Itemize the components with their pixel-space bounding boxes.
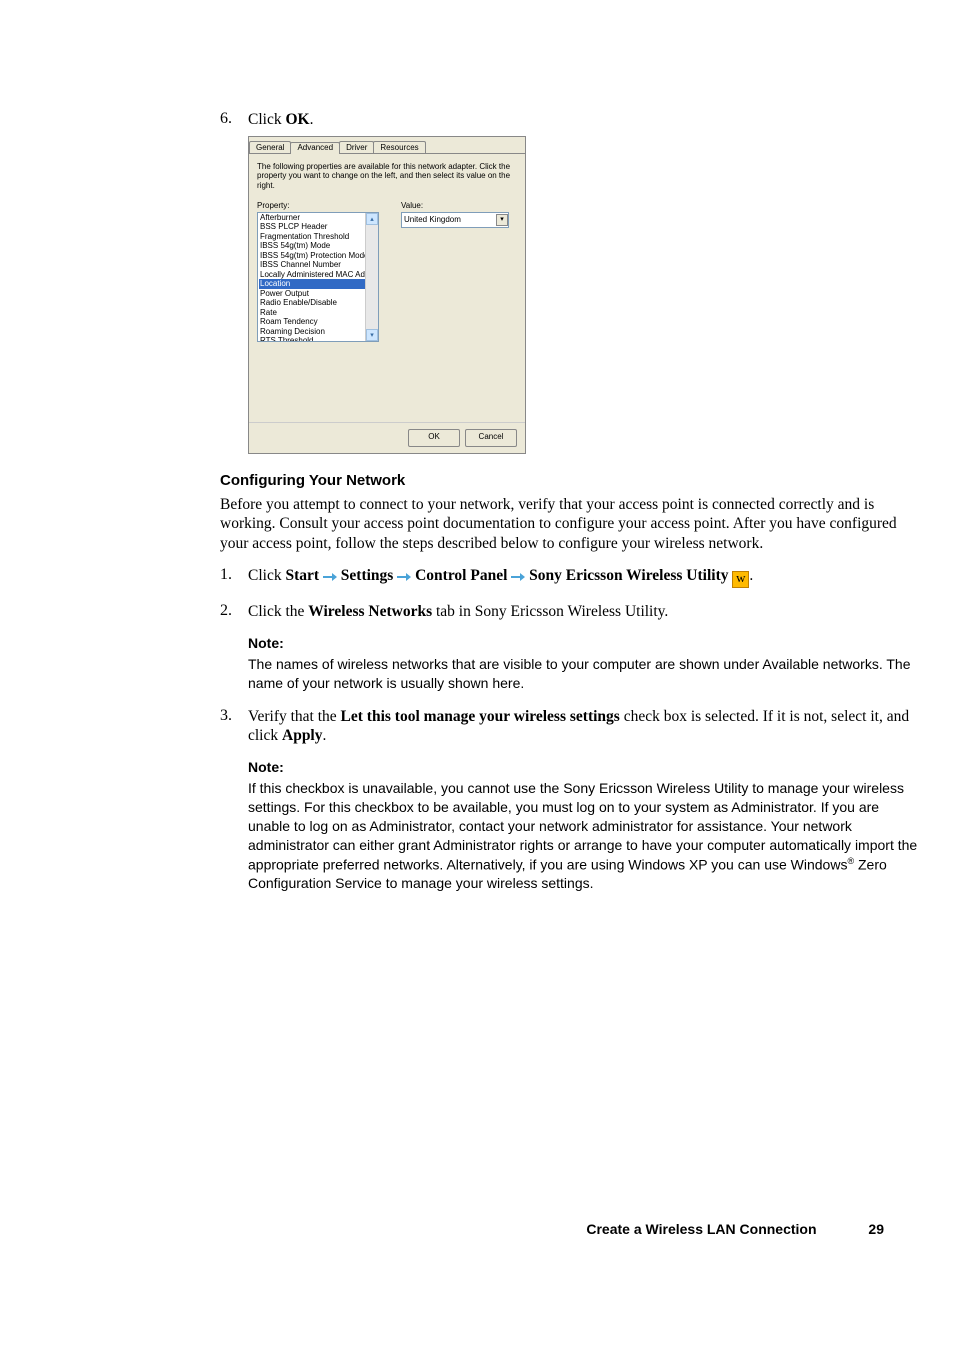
note-body: If this checkbox is unavailable, you can…: [248, 779, 924, 893]
properties-dialog: General Advanced Driver Resources The fo…: [248, 136, 526, 454]
arrow-right-icon: [323, 572, 337, 582]
step-text: Click OK.: [248, 110, 924, 130]
wireless-utility-icon: w: [732, 571, 749, 588]
value-selected: United Kingdom: [404, 215, 461, 224]
list-item[interactable]: Power Output: [259, 289, 378, 299]
scrollbar[interactable]: ▴ ▾: [365, 213, 378, 341]
step-number: 1.: [220, 566, 248, 596]
list-item[interactable]: IBSS 54g(tm) Protection Mode: [259, 251, 378, 261]
page-number: 29: [868, 1221, 884, 1237]
note-title: Note:: [248, 634, 924, 653]
note-body: The names of wireless networks that are …: [248, 655, 924, 693]
ok-button[interactable]: OK: [408, 429, 460, 447]
tab-resources[interactable]: Resources: [373, 141, 425, 153]
property-label: Property:: [257, 201, 379, 210]
list-item[interactable]: Roam Tendency: [259, 317, 378, 327]
list-item[interactable]: Rate: [259, 308, 378, 318]
step-2: 2. Click the Wireless Networks tab in So…: [220, 602, 924, 626]
tab-driver[interactable]: Driver: [339, 141, 374, 153]
step-text: Click the Wireless Networks tab in Sony …: [248, 602, 924, 622]
tab-advanced[interactable]: Advanced: [290, 142, 340, 154]
step-number: 2.: [220, 602, 248, 626]
list-item[interactable]: IBSS Channel Number: [259, 260, 378, 270]
list-item[interactable]: Locally Administered MAC Address: [259, 270, 378, 280]
chevron-down-icon[interactable]: ▾: [496, 214, 508, 226]
value-label: Value:: [401, 201, 517, 210]
list-item[interactable]: BSS PLCP Header: [259, 222, 378, 232]
step-text: Verify that the Let this tool manage you…: [248, 707, 924, 747]
cancel-button[interactable]: Cancel: [465, 429, 517, 447]
step-number: 6.: [220, 110, 248, 130]
heading-configuring: Configuring Your Network: [220, 472, 924, 489]
tab-bar: General Advanced Driver Resources: [249, 137, 525, 153]
list-item-selected[interactable]: Location: [259, 279, 378, 289]
arrow-right-icon: [511, 572, 525, 582]
footer-title: Create a Wireless LAN Connection: [586, 1221, 816, 1237]
tab-general[interactable]: General: [249, 141, 291, 153]
list-item[interactable]: RTS Threshold: [259, 336, 378, 342]
note-title: Note:: [248, 758, 924, 777]
list-item[interactable]: Afterburner: [259, 213, 378, 223]
list-item[interactable]: Radio Enable/Disable: [259, 298, 378, 308]
list-item[interactable]: Roaming Decision: [259, 327, 378, 337]
value-dropdown[interactable]: United Kingdom ▾: [401, 212, 509, 228]
arrow-right-icon: [397, 572, 411, 582]
paragraph-config: Before you attempt to connect to your ne…: [220, 495, 924, 554]
scroll-down-icon[interactable]: ▾: [366, 329, 378, 341]
step-3: 3. Verify that the Let this tool manage …: [220, 707, 924, 751]
list-item[interactable]: IBSS 54g(tm) Mode: [259, 241, 378, 251]
list-item[interactable]: Fragmentation Threshold: [259, 232, 378, 242]
step-6: 6. Click OK.: [220, 110, 924, 130]
step-number: 3.: [220, 707, 248, 751]
scroll-up-icon[interactable]: ▴: [366, 213, 378, 225]
step-text: Click Start Settings Control Panel Sony …: [248, 566, 924, 588]
note-block: Note: The names of wireless networks tha…: [248, 634, 924, 693]
note-block: Note: If this checkbox is unavailable, y…: [248, 758, 924, 893]
page-footer: Create a Wireless LAN Connection 29: [586, 1221, 884, 1237]
step-1: 1. Click Start Settings Control Panel So…: [220, 566, 924, 596]
property-listbox[interactable]: Afterburner BSS PLCP Header Fragmentatio…: [257, 212, 379, 342]
dialog-description: The following properties are available f…: [257, 162, 517, 191]
